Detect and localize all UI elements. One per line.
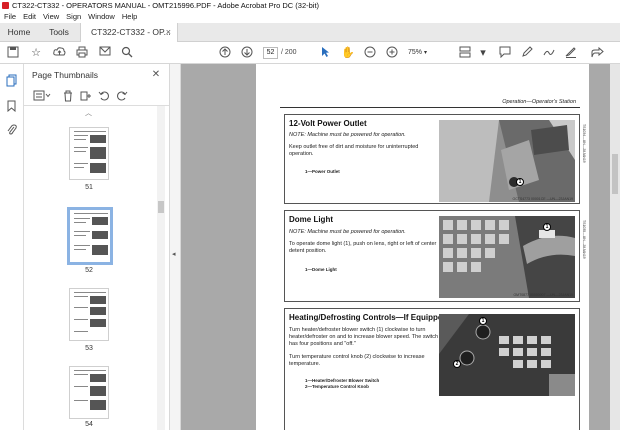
attachments-paperclip-icon[interactable] <box>5 124 18 137</box>
draw-icon[interactable] <box>542 46 556 60</box>
callout-marker: 1 <box>516 178 524 186</box>
fill-sign-icon[interactable] <box>564 46 578 60</box>
page-total: / 200 <box>281 49 297 56</box>
menu-sign[interactable]: Sign <box>66 12 81 21</box>
rotate-counterclockwise-icon[interactable] <box>97 90 110 103</box>
insert-page-icon[interactable] <box>79 90 92 103</box>
thumbnail-scrollbar[interactable] <box>157 106 165 430</box>
tab-home[interactable]: Home <box>0 23 38 42</box>
heating-controls-photo: 1 2 <box>439 314 575 396</box>
section-body: Turn heater/defroster blower switch (1) … <box>289 327 439 347</box>
zoom-level-value: 75% <box>408 49 423 56</box>
menu-bar: File Edit View Sign Window Help <box>0 11 620 23</box>
save-icon[interactable] <box>6 46 20 60</box>
figure-caption: 1—Power Outlet <box>305 169 340 174</box>
thumbnail-toolbar <box>24 86 169 106</box>
comment-icon[interactable] <box>498 46 512 60</box>
email-icon[interactable] <box>98 46 112 60</box>
section-title: Dome Light <box>289 215 333 224</box>
tab-document-label: CT322-CT332 - OP... <box>91 27 171 37</box>
photo-reference: OMT0877 00000007 —UN—23JAN19 <box>513 293 573 297</box>
bookmark-star-icon[interactable]: ☆ <box>29 46 43 60</box>
window-title-bar: CT322-CT332 - OPERATORS MANUAL - OMT2159… <box>0 0 620 11</box>
delete-trash-icon[interactable] <box>61 90 74 103</box>
section-body: Turn temperature control knob (2) clockw… <box>289 354 425 367</box>
section-body: To operate dome light (1), push on lens,… <box>289 241 437 254</box>
section-body: Keep outlet free of dirt and moisture fo… <box>289 144 419 157</box>
search-icon[interactable] <box>120 46 134 60</box>
scroll-up-chevron-icon: ︿ <box>85 110 92 117</box>
thumbnail-page-54[interactable] <box>69 366 109 419</box>
thumbnail-page-label: 54 <box>85 421 93 428</box>
menu-edit[interactable]: Edit <box>23 12 36 21</box>
page-layout-chevron-icon[interactable]: ▾ <box>476 46 490 60</box>
section-note: NOTE: Machine must be powered for operat… <box>289 132 406 138</box>
thumbnail-page-53[interactable] <box>69 288 109 341</box>
bookmarks-icon[interactable] <box>5 100 18 113</box>
panel-title: Page Thumbnails <box>32 70 98 80</box>
previous-page-icon[interactable] <box>218 46 232 60</box>
tab-bar: Home Tools CT322-CT332 - OP... × <box>0 23 620 42</box>
power-outlet-photo: 1 OCTS4773 00001CE —UN—23JAN19 <box>439 120 575 202</box>
close-tab-icon[interactable]: × <box>166 23 171 42</box>
menu-help[interactable]: Help <box>122 12 137 21</box>
photo-reference: OCTS4773 00001CE —UN—23JAN19 <box>512 197 573 201</box>
panel-splitter[interactable]: ◂ <box>169 64 181 430</box>
thumbnail-scrollbar-thumb[interactable] <box>158 201 164 213</box>
next-page-icon[interactable] <box>240 46 254 60</box>
dome-light-photo: 1 OMT0877 00000007 —UN—23JAN19 <box>439 216 575 298</box>
share-icon[interactable] <box>590 46 604 60</box>
document-scrollbar-thumb[interactable] <box>612 154 618 194</box>
select-cursor-icon[interactable] <box>318 46 332 60</box>
thumbnail-page-51[interactable] <box>69 127 109 180</box>
page-layout-icon[interactable] <box>458 46 472 60</box>
side-reference: TS1034—UN—28JAN19 <box>582 124 586 163</box>
acrobat-app-icon <box>2 2 9 9</box>
cloud-upload-icon[interactable] <box>52 46 66 60</box>
zoom-in-icon[interactable] <box>385 46 399 60</box>
section-power-outlet: 12-Volt Power Outlet NOTE: Machine must … <box>284 114 580 204</box>
left-navigation-rail <box>0 64 24 430</box>
document-scrollbar[interactable] <box>610 64 620 430</box>
thumbnail-page-label: 53 <box>85 345 93 352</box>
page-header: Operation—Operator's Station <box>502 99 576 105</box>
callout-marker: 2 <box>453 360 461 368</box>
section-dome-light: Dome Light NOTE: Machine must be powered… <box>284 210 580 302</box>
figure-caption: 1—Dome Light <box>305 267 337 272</box>
thumbnail-page-label: 52 <box>85 267 93 274</box>
thumbnail-page-52[interactable] <box>67 207 113 265</box>
page-number-input[interactable]: 52 <box>263 47 278 59</box>
zoom-out-icon[interactable] <box>363 46 377 60</box>
close-panel-icon[interactable]: ✕ <box>151 64 161 86</box>
callout-marker: 1 <box>479 317 487 325</box>
header-rule <box>280 107 580 108</box>
menu-view[interactable]: View <box>43 12 59 21</box>
tab-tools[interactable]: Tools <box>38 23 80 42</box>
hand-tool-icon[interactable]: ✋ <box>341 46 355 60</box>
options-menu-icon[interactable] <box>32 90 52 103</box>
page-thumbnails-icon[interactable] <box>5 74 18 87</box>
window-title: CT322-CT332 - OPERATORS MANUAL - OMT2159… <box>12 1 320 10</box>
section-title: 12-Volt Power Outlet <box>289 119 367 128</box>
main-toolbar: ☆ 52 / 200 ✋ 75% ▾ ▾ <box>0 42 620 64</box>
document-viewport[interactable]: Operation—Operator's Station 12-Volt Pow… <box>181 64 620 430</box>
pdf-page: Operation—Operator's Station 12-Volt Pow… <box>256 64 589 430</box>
menu-file[interactable]: File <box>4 12 16 21</box>
chevron-down-icon: ▾ <box>423 50 427 56</box>
rotate-clockwise-icon[interactable] <box>115 90 128 103</box>
zoom-level-select[interactable]: 75% ▾ <box>408 47 438 59</box>
thumbnail-page-label: 51 <box>85 184 93 191</box>
collapse-panel-arrow-icon[interactable]: ◂ <box>172 250 176 258</box>
print-icon[interactable] <box>75 46 89 60</box>
section-title: Heating/Defrosting Controls—If Equipped <box>289 313 448 322</box>
highlight-pen-icon[interactable] <box>520 46 534 60</box>
section-note: NOTE: Machine must be powered for operat… <box>289 229 406 235</box>
figure-caption: 2—Temperature Control Knob <box>305 384 369 389</box>
callout-marker: 1 <box>543 223 551 231</box>
menu-window[interactable]: Window <box>88 12 115 21</box>
tab-document[interactable]: CT322-CT332 - OP... × <box>80 23 178 42</box>
side-reference: TS1035—UN—28JAN19 <box>582 220 586 259</box>
section-heating-controls: Heating/Defrosting Controls—If Equipped … <box>284 308 580 430</box>
page-thumbnails-panel: Page Thumbnails ✕ ︿ 51 52 53 54 <box>24 64 169 430</box>
